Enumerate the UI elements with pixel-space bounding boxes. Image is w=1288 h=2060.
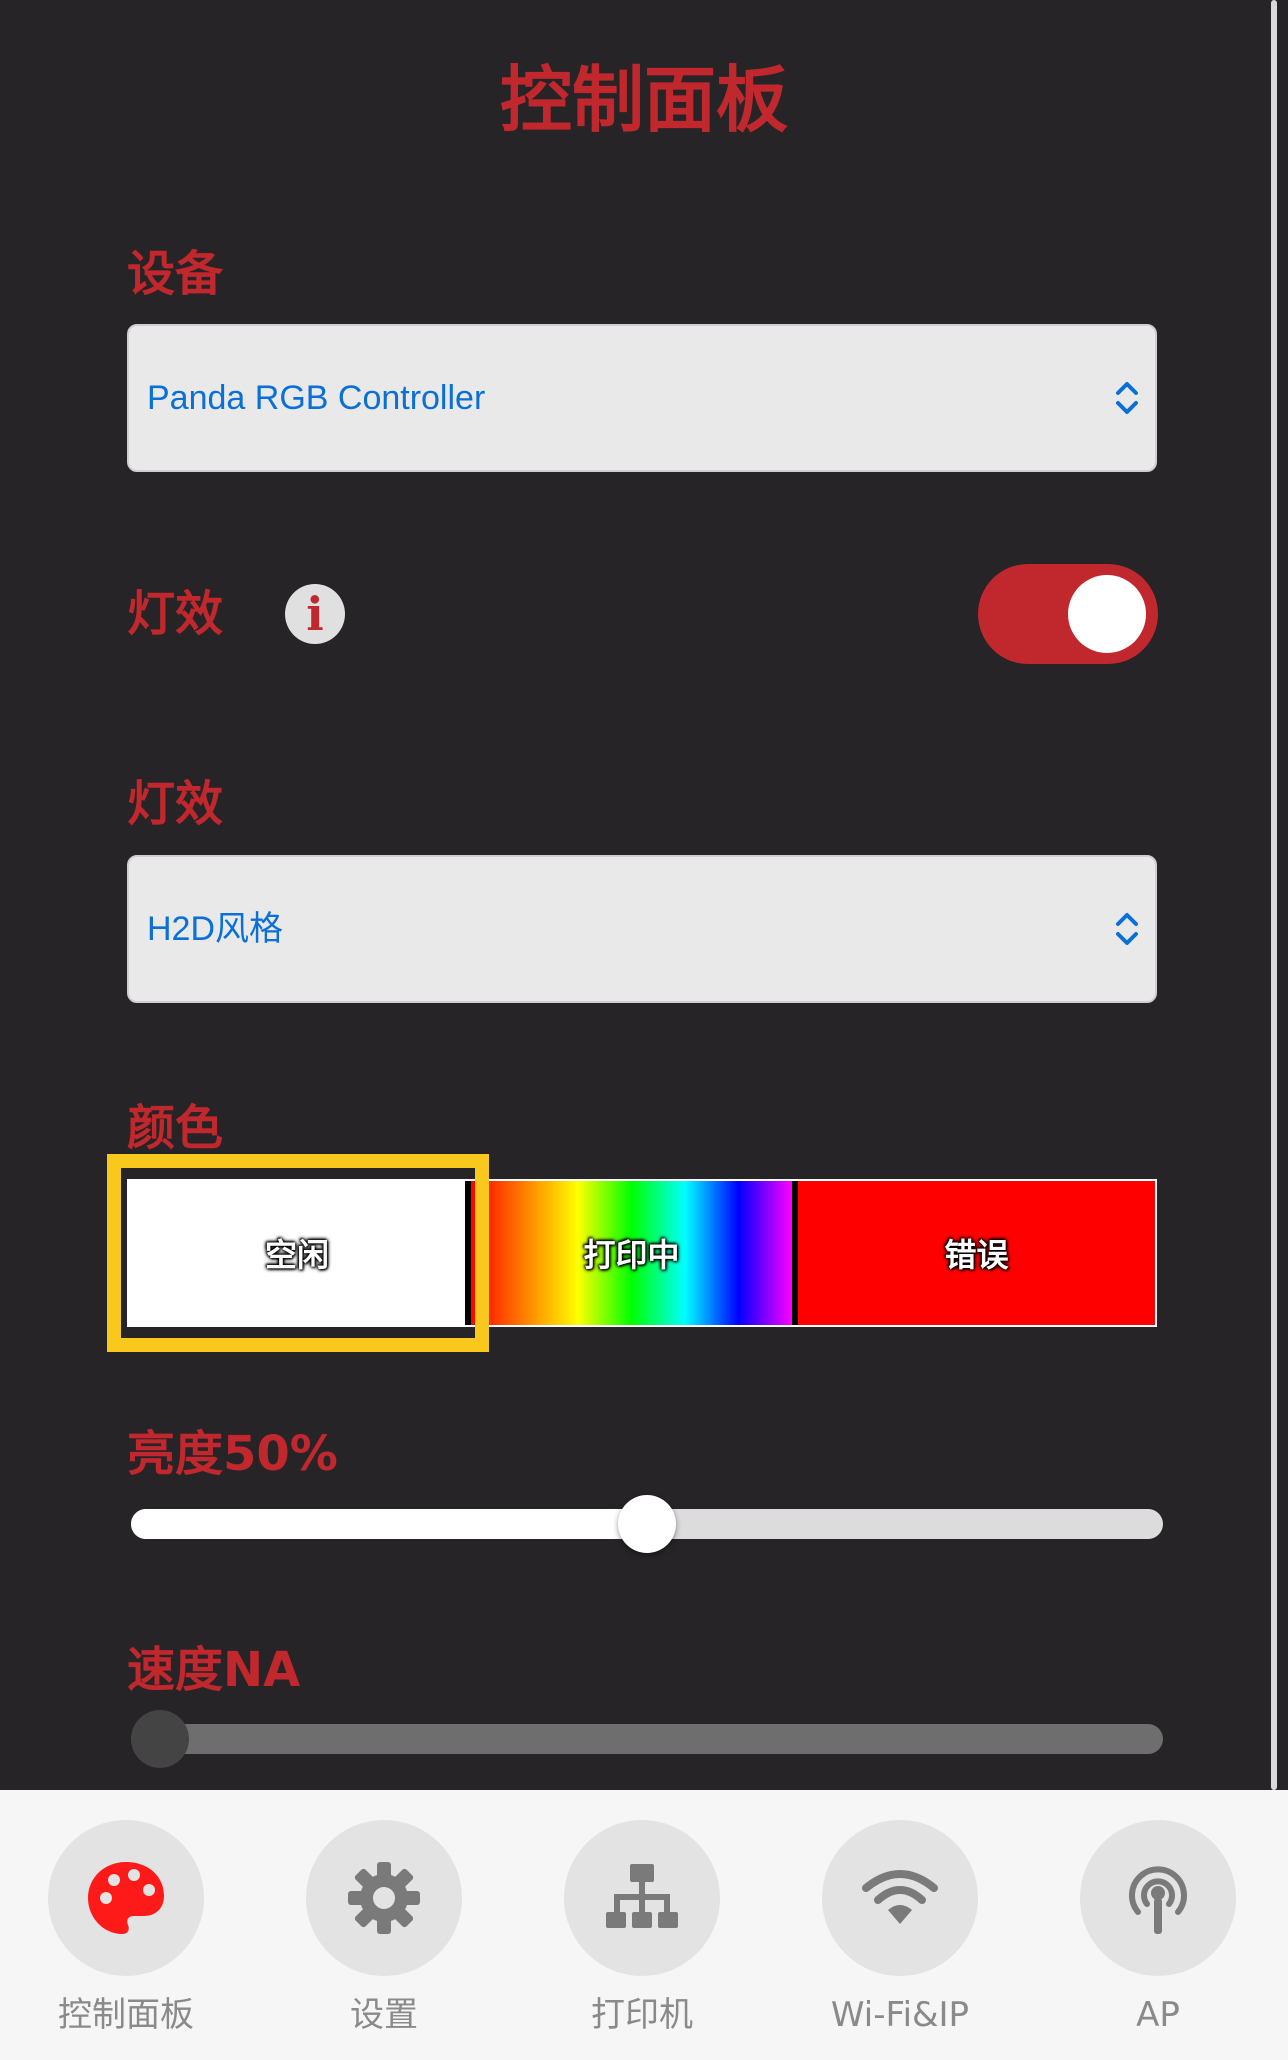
page-title: 控制面板	[499, 58, 788, 142]
speed-slider-knob[interactable]	[131, 1710, 189, 1768]
color-segment-label: 错误	[944, 1236, 1009, 1274]
wifi-icon	[862, 1870, 938, 1924]
tab-icon-circle	[822, 1820, 978, 1976]
color-segment-error[interactable]: 错误	[798, 1181, 1155, 1325]
toggle-knob	[1068, 575, 1146, 653]
chevron-updown-icon	[1116, 382, 1138, 414]
tab-icon-circle	[306, 1820, 462, 1976]
tab-ap[interactable]: AP	[1038, 1820, 1278, 2050]
tab-label: 设置	[350, 1995, 418, 2035]
scrollbar[interactable]	[1271, 0, 1277, 1790]
color-segment-label: 空闲	[264, 1236, 329, 1274]
color-label: 颜色	[127, 1100, 224, 1156]
tab-label: 控制面板	[58, 1995, 194, 2035]
bottom-tab-bar: 控制面板 设置 打印机 Wi-Fi&IP AP	[0, 1790, 1288, 2060]
info-icon[interactable]: i	[285, 584, 345, 644]
device-label: 设备	[127, 246, 224, 302]
brightness-label: 亮度50%	[127, 1426, 338, 1482]
speed-label: 速度NA	[127, 1642, 301, 1698]
color-segment-idle[interactable]: 空闲	[129, 1181, 471, 1325]
effect-label: 灯效	[127, 776, 224, 832]
tab-icon-circle	[564, 1820, 720, 1976]
tab-label: 打印机	[591, 1995, 693, 2035]
color-segment-label: 打印中	[583, 1236, 680, 1274]
control-panel-page: 控制面板 设备 Panda RGB Controller 灯效 i 灯效 H2D…	[0, 0, 1288, 2060]
tab-wifi[interactable]: Wi-Fi&IP	[780, 1820, 1020, 2050]
device-select[interactable]: Panda RGB Controller	[127, 324, 1157, 472]
tab-icon-circle	[48, 1820, 204, 1976]
tab-printer[interactable]: 打印机	[522, 1820, 762, 2050]
tab-settings[interactable]: 设置	[264, 1820, 504, 2050]
tab-label: AP	[1136, 1995, 1180, 2035]
tab-label: Wi-Fi&IP	[830, 1995, 970, 2035]
effect-toggle-switch[interactable]	[978, 564, 1158, 664]
effect-toggle-label: 灯效	[127, 586, 224, 642]
antenna-icon	[1129, 1866, 1187, 1934]
speed-slider-track[interactable]	[131, 1724, 1163, 1754]
tab-control-panel[interactable]: 控制面板	[6, 1820, 246, 2050]
tab-icon-circle	[1080, 1820, 1236, 1976]
gear-icon	[348, 1862, 420, 1934]
brightness-slider-knob[interactable]	[618, 1495, 676, 1553]
palette-icon	[88, 1862, 164, 1934]
effect-select-value: H2D风格	[147, 910, 284, 948]
chevron-updown-icon	[1116, 913, 1138, 945]
network-icon	[606, 1864, 678, 1928]
color-segment-printing[interactable]: 打印中	[471, 1181, 798, 1325]
device-select-value: Panda RGB Controller	[147, 379, 486, 417]
color-picker-bar: 空闲 打印中 错误	[127, 1179, 1157, 1327]
effect-select[interactable]: H2D风格	[127, 855, 1157, 1003]
brightness-slider-fill	[131, 1509, 647, 1539]
